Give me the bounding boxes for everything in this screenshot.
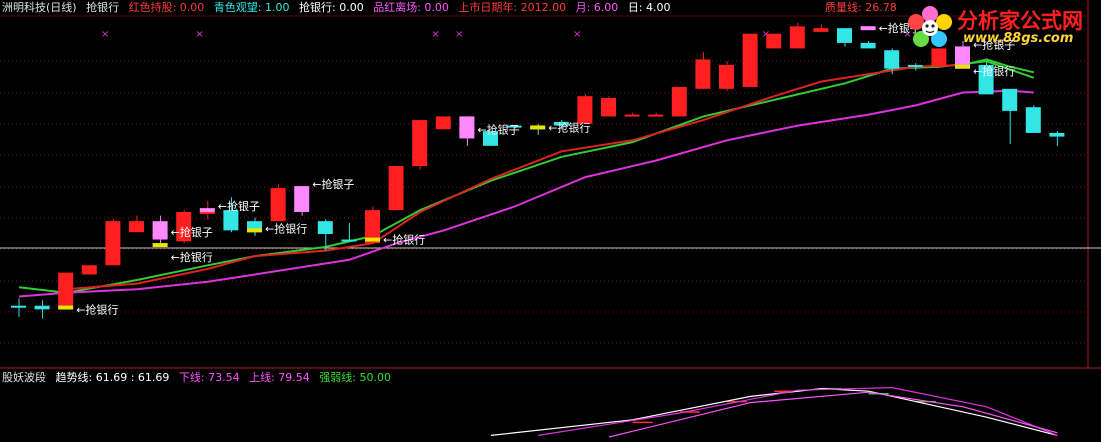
candle-body [435,116,451,130]
signal-marker [152,233,168,238]
candle-body [648,114,664,117]
signal-dot: × [455,29,463,40]
support-line-label: 质量线: 26.78 [825,1,897,14]
signal-marker [955,64,970,69]
legend-cyan-watch: 青色观望: 1.00 [213,1,290,14]
candle-body [860,42,876,49]
candle-body [789,26,805,49]
sub-panel-line [608,391,1058,438]
candle-body [577,96,593,124]
candle-body [671,87,687,117]
signal-label: ←抢银行 [265,221,307,235]
candle-body [766,33,782,49]
legend-lower-line: 下线: 73.54 [178,371,240,384]
candle-body [1002,88,1018,111]
candle-body [884,50,900,69]
signal-label: ←抢银行 [171,250,213,264]
signal-marker [530,125,546,130]
candle-body [81,265,97,275]
sub-panel-line [490,387,1058,436]
candle-body [317,221,333,235]
stock-name: 洲明科技(日线) [2,1,77,14]
candle-body [955,48,970,65]
legend-listing-month: 月: 6.00 [575,1,619,14]
candle-body [813,28,829,32]
signal-marker [459,127,475,132]
signal-label: ←抢银行 [548,120,590,134]
signal-label: ←抢银子 [171,225,213,239]
main-panel-header: 洲明科技(日线) 抢银行 红色持股: 0.00 青色观望: 1.00 抢银行: … [2,1,677,15]
candle-body [223,210,239,231]
legend-magenta-exit: 品红离场: 0.00 [373,1,449,14]
site-logo: 分析家公式网 www.88gs.com [905,3,1099,49]
signal-label: ←抢银子 [218,199,260,213]
candle-body [1025,107,1041,133]
legend-strength-line: 强弱线: 50.00 [319,371,391,384]
ma-line [18,89,1034,298]
signal-label: ←抢银行 [76,303,118,317]
candle-body [129,221,144,233]
candle-body [388,166,404,211]
signal-label: ←抢银子 [312,177,354,191]
candle-body [34,305,50,310]
legend-red-hold: 红色持股: 0.00 [128,1,205,14]
candle-body [105,221,121,266]
signal-label: ←抢银行 [973,64,1015,78]
legend-listing-day: 日: 4.00 [627,1,671,14]
signal-dot: × [195,29,203,40]
candle-body [199,211,215,214]
candle-body [695,59,711,89]
candle-body [11,305,26,308]
signal-marker [365,237,380,242]
legend-upper-line: 上线: 79.54 [249,371,310,384]
legend-listing-year: 上市日期年: 2012.00 [458,1,567,14]
candle-body [624,114,640,117]
candle-body [837,28,852,43]
candle-body [1049,132,1065,137]
flower-logo-icon [908,6,952,47]
candle-body [270,188,286,222]
legend-rob-bank: 抢银行: 0.00 [299,1,364,14]
indicator-name: 抢银行 [86,1,120,14]
sub-panel-header: 股妖波段 趋势线: 61.69 : 61.69 下线: 73.54 上线: 79… [2,371,397,385]
logo-url-text: www.88gs.com [963,31,1074,46]
sub-indicator-name: 股妖波段 [2,371,46,384]
legend-trend-line: 趋势线: 61.69 : 61.69 [55,371,170,384]
candle-body [341,239,357,242]
signal-marker [58,305,74,310]
candle-body [294,189,310,212]
candle-body [719,64,734,89]
candle-body [601,98,616,117]
signal-marker [199,208,215,213]
signal-marker [860,26,876,31]
chart-stage: × × × × × × × ←抢银行 ←抢银子 ←抢银行 ←抢银子 ←抢银行 ←抢银子 ←抢银行 ←抢银子 ←… [0,0,1101,438]
candle-body [412,120,428,167]
candle-body [742,33,758,87]
signal-dot: × [573,29,581,40]
signal-dot: × [101,29,109,40]
signal-label: ←抢银行 [383,233,425,247]
candle-body [58,272,74,306]
candle-body [907,64,923,67]
signal-marker [152,243,168,248]
candle-body [931,48,947,67]
signal-dot: × [431,29,439,40]
signal-marker [247,228,262,233]
signal-marker [294,186,310,191]
signal-label: ←抢银子 [477,122,519,136]
